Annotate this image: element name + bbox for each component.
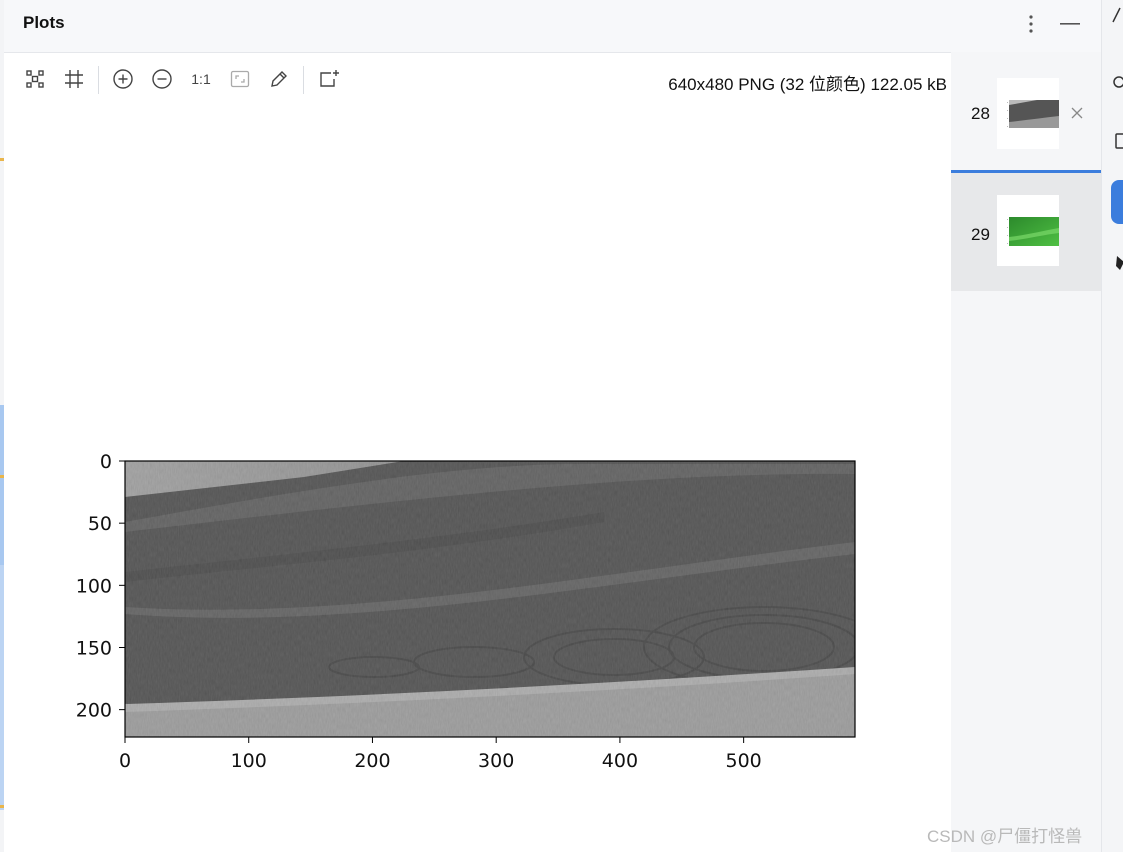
toolbar-divider xyxy=(303,66,304,94)
activity-icon[interactable] xyxy=(1110,254,1123,272)
actual-size-icon[interactable]: 1:1 xyxy=(188,66,214,92)
x-tick-label: 500 xyxy=(726,750,762,772)
activity-icon[interactable] xyxy=(1110,72,1123,90)
history-item-number: 29 xyxy=(971,225,990,244)
green-landscape-thumbnail xyxy=(997,195,1059,266)
kebab-menu-icon[interactable] xyxy=(1020,11,1042,37)
plot-toolbar: 1:1 640x480 PNG (32 位颜色) 122.05 kB xyxy=(4,58,951,102)
watermark-text: CSDN @尸僵打怪兽 xyxy=(927,827,1083,846)
new-plot-icon[interactable] xyxy=(316,66,342,92)
plot-history-list: 28 29 xyxy=(951,52,1101,852)
y-tick-label: 50 xyxy=(88,513,112,535)
activity-icon[interactable] xyxy=(1110,6,1123,24)
color-picker-icon[interactable] xyxy=(266,66,292,92)
x-tick-label: 0 xyxy=(119,750,131,772)
history-item-28[interactable]: 28 xyxy=(951,52,1101,170)
plots-panel-header: Plots xyxy=(4,0,1101,53)
toolbar-divider xyxy=(98,66,99,94)
x-axis: 0 100 200 300 400 500 xyxy=(119,737,762,772)
field-image xyxy=(125,461,855,737)
y-tick-label: 0 xyxy=(100,451,112,473)
history-item-29[interactable]: 29 xyxy=(951,173,1101,291)
panel-title: Plots xyxy=(23,13,65,32)
zoom-in-icon[interactable] xyxy=(110,66,136,92)
fit-window-icon[interactable] xyxy=(227,66,253,92)
close-icon[interactable] xyxy=(1067,103,1087,123)
actual-size-label: 1:1 xyxy=(191,71,211,87)
plots-activity-tab[interactable] xyxy=(1111,180,1123,224)
history-item-number: 28 xyxy=(971,104,990,123)
right-activity-bar xyxy=(1101,0,1123,852)
zoom-out-icon[interactable] xyxy=(149,66,175,92)
fit-to-view-icon[interactable] xyxy=(22,66,48,92)
plot-viewer[interactable]: 0 100 200 300 400 500 0 50 100 150 200 xyxy=(4,102,951,852)
y-tick-label: 100 xyxy=(76,575,112,597)
y-tick-label: 200 xyxy=(76,700,112,722)
grayscale-landscape-thumbnail xyxy=(997,78,1059,149)
y-axis: 0 50 100 150 200 xyxy=(76,451,125,722)
x-tick-label: 400 xyxy=(602,750,638,772)
plot-image: 0 100 200 300 400 500 0 50 100 150 200 xyxy=(76,451,856,772)
y-tick-label: 150 xyxy=(76,637,112,659)
x-tick-label: 100 xyxy=(231,750,267,772)
minimize-icon[interactable] xyxy=(1058,11,1082,37)
x-tick-label: 200 xyxy=(354,750,390,772)
image-info-label: 640x480 PNG (32 位颜色) 122.05 kB xyxy=(668,75,947,94)
activity-icon[interactable] xyxy=(1110,132,1123,150)
x-tick-label: 300 xyxy=(478,750,514,772)
crop-icon[interactable] xyxy=(61,66,87,92)
